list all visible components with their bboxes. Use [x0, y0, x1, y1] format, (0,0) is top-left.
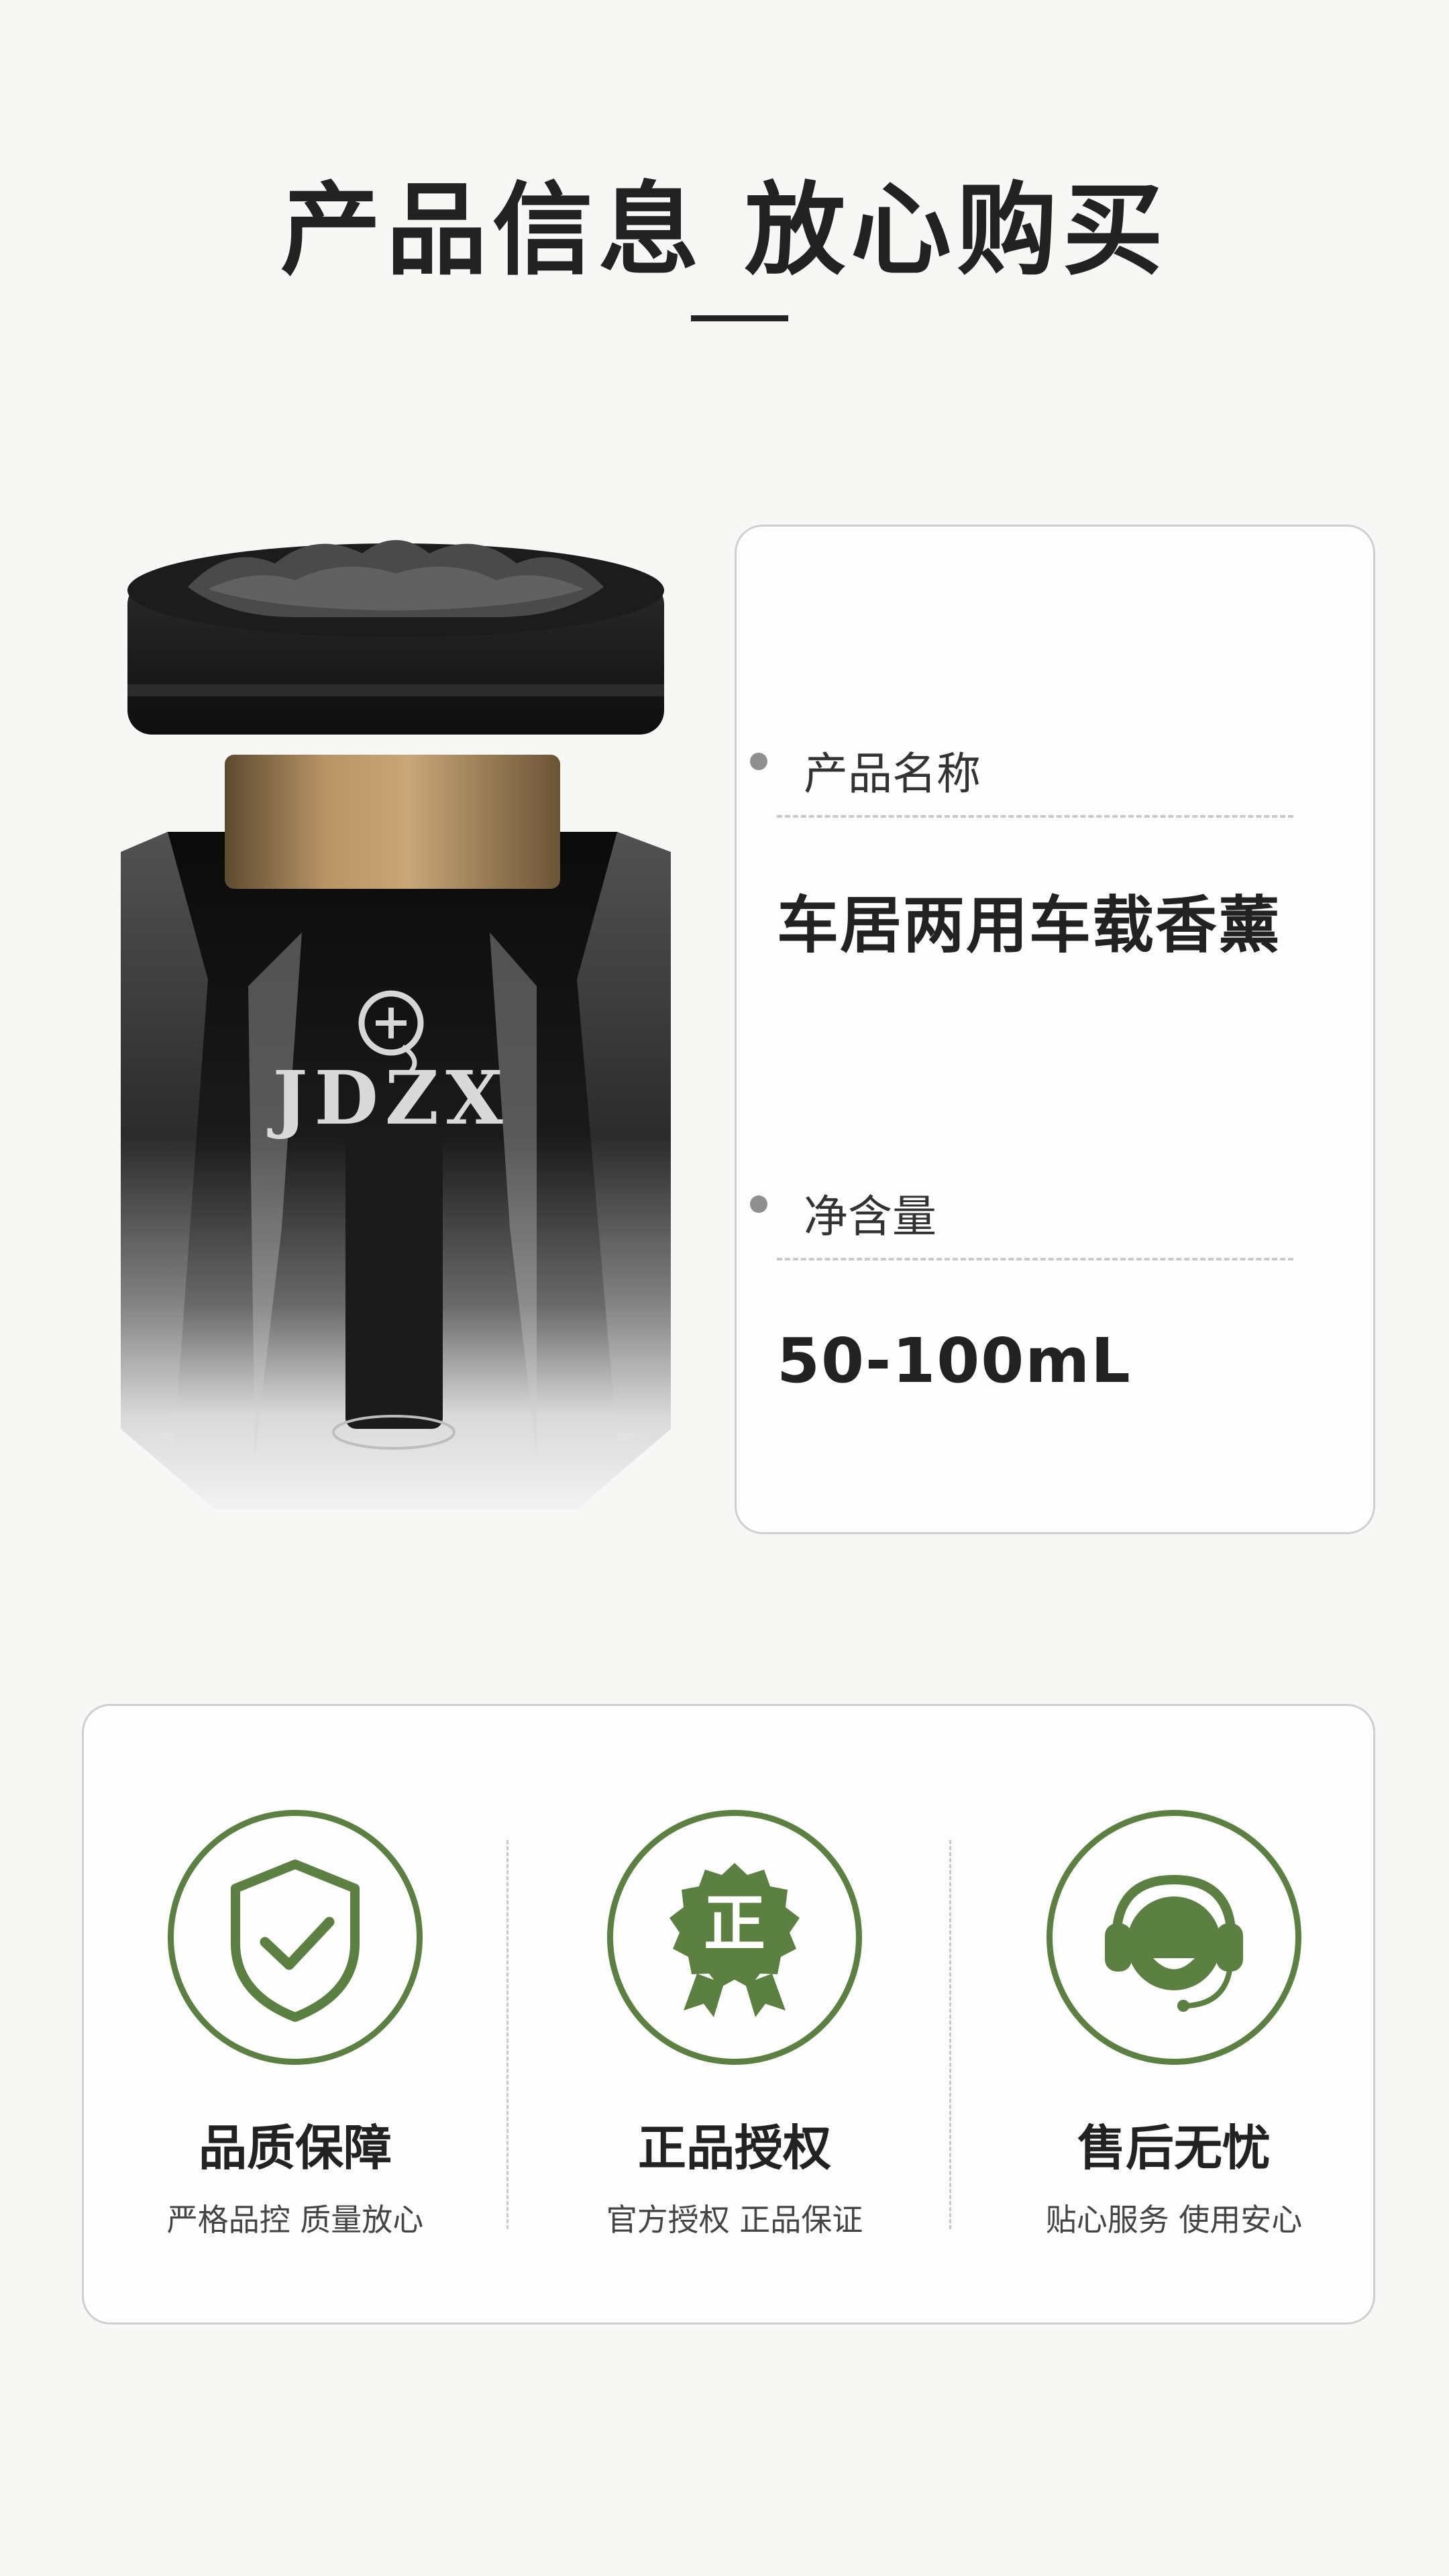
feature-subtitle: 贴心服务 使用安心	[1045, 2202, 1303, 2238]
product-name-label-text: 产品名称	[804, 748, 981, 800]
product-image: JDZX	[94, 517, 711, 1536]
perfume-bottle-illustration: JDZX	[121, 540, 671, 1509]
bullet-dot-icon	[750, 1195, 767, 1213]
guarantee-features-card: 品质保障 严格品控 质量放心 正 正品授权 官方授权 正品保证 售后无忧 贴心服…	[82, 1704, 1375, 2324]
page-title: 产品信息 放心购买	[280, 172, 1169, 289]
feature-title: 售后无忧	[1077, 2120, 1271, 2176]
badge-character: 正	[704, 1888, 765, 1960]
feature-genuine: 正 正品授权 官方授权 正品保证	[520, 1706, 949, 2326]
feature-subtitle: 严格品控 质量放心	[166, 2202, 424, 2238]
feature-quality: 品质保障 严格品控 质量放心	[80, 1706, 510, 2326]
brand-logo-text: JDZX	[266, 1055, 509, 1141]
divider	[777, 1258, 1293, 1260]
net-volume-value: 50-100mL	[777, 1325, 1132, 1397]
title-underline	[691, 315, 788, 321]
customer-service-icon	[1046, 1810, 1301, 2065]
product-name-value: 车居两用车载香薰	[777, 890, 1282, 961]
net-volume-label: 净含量	[750, 1181, 936, 1245]
feature-title: 正品授权	[637, 2120, 831, 2176]
product-name-label: 产品名称	[750, 738, 981, 802]
genuine-badge-icon: 正	[607, 1810, 862, 2065]
divider	[949, 1840, 951, 2229]
net-volume-label-text: 净含量	[804, 1191, 936, 1242]
feature-subtitle: 官方授权 正品保证	[606, 2202, 863, 2238]
feature-after-sales: 售后无忧 贴心服务 使用安心	[959, 1706, 1389, 2326]
product-info-card: 产品名称 车居两用车载香薰 净含量 50-100mL	[735, 525, 1375, 1534]
divider	[777, 815, 1293, 818]
shield-check-icon	[168, 1810, 423, 2065]
feature-title: 品质保障	[198, 2120, 392, 2176]
bullet-dot-icon	[750, 753, 767, 770]
